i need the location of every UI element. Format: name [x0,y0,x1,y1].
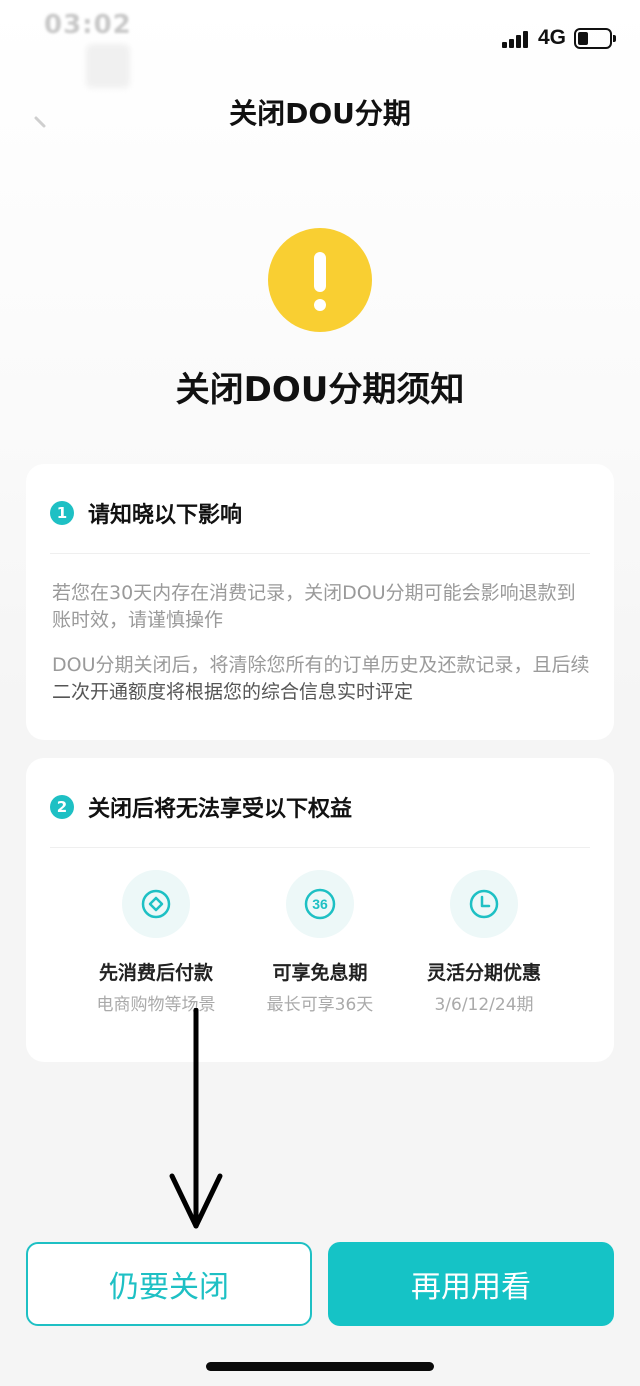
signal-icon [502,30,532,48]
benefits-list: 先消费后付款 电商购物等场景 36 可享免息期 最长可享36天 灵活分期优惠 3… [26,870,614,1020]
warning-icon [268,228,372,332]
benefit-title: 灵活分期优惠 [426,962,541,984]
divider [50,847,590,848]
network-type: 4G [538,26,567,49]
annotation-arrow-icon [169,1008,223,1229]
status-time: 03:02 [44,10,132,40]
diamond-icon [122,870,190,938]
home-indicator[interactable] [206,1362,434,1371]
blurred-region [86,44,130,88]
36-badge-icon: 36 [286,870,354,938]
section-title: 请知晓以下影响 [88,503,243,528]
notice-heading: 关闭DOU分期须知 [175,370,465,410]
impact-text-1: 若您在30天内存在消费记录，关闭DOU分期可能会影响退款到账时效，请谨慎操作 [52,582,576,631]
section-header: 2 关闭后将无法享受以下权益 [50,792,352,822]
keep-using-button[interactable]: 再用用看 [328,1242,614,1326]
impact-card: 1 请知晓以下影响 若您在30天内存在消费记录，关闭DOU分期可能会影响退款到账… [26,464,614,740]
36-badge-text: 36 [312,896,328,912]
battery-icon [574,28,616,49]
step-number-badge: 1 [50,501,74,525]
benefit-subtitle: 3/6/12/24期 [434,995,534,1015]
impact-text-2-light: DOU分期关闭后，将清除您所有的订单历史及还款记录，且后续 [52,654,590,676]
impact-text-2-dark: 二次开通额度将根据您的综合信息实时评定 [52,681,414,703]
clock-icon [450,870,518,938]
step-number-badge: 2 [50,795,74,819]
benefits-card: 2 关闭后将无法享受以下权益 先消费后付款 电商购物等场景 36 可享免息期 最… [26,758,614,1062]
status-bar: 03:02 4G [0,0,640,88]
divider [50,553,590,554]
section-title: 关闭后将无法享受以下权益 [88,797,353,822]
nav-title: 关闭DOU分期 [229,97,411,130]
impact-text-2: DOU分期关闭后，将清除您所有的订单历史及还款记录，且后续二次开通额度将根据您的… [52,652,592,706]
page: 03:02 4G 关闭DOU分期 关闭DOU分期须知 1 请知晓以下影响 若您在… [0,0,640,1386]
still-close-button[interactable]: 仍要关闭 [26,1242,312,1326]
section-header: 1 请知晓以下影响 [50,498,242,528]
